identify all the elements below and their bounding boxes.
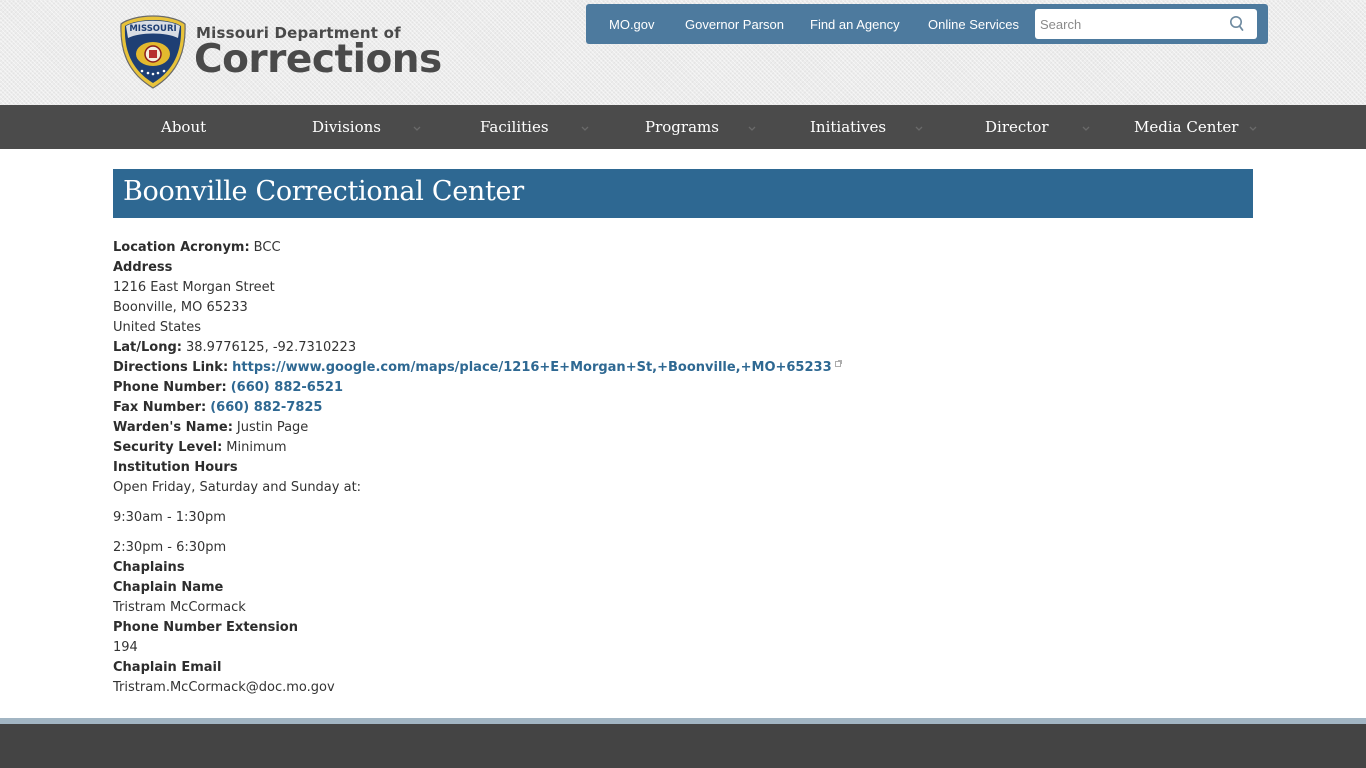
nav-item-media-center[interactable]: Media Center: [1134, 105, 1238, 149]
location-acronym-row: Location Acronym: BCC: [113, 238, 1253, 258]
directions-label: Directions Link:: [113, 360, 229, 375]
warden-value: Justin Page: [236, 420, 309, 435]
utility-nav: MO.gov Governor Parson Find an Agency On…: [586, 4, 1268, 44]
nav-item-programs[interactable]: Programs: [645, 105, 719, 149]
address-label: Address: [113, 260, 173, 275]
nav-item-divisions[interactable]: Divisions: [312, 105, 381, 149]
logo-line2: Corrections: [194, 37, 442, 82]
directions-link[interactable]: https://www.google.com/maps/place/1216+E…: [232, 360, 831, 375]
lat-long-value: 38.9776125, -92.7310223: [186, 340, 357, 355]
security-level-value: Minimum: [226, 440, 287, 455]
chevron-down-icon[interactable]: [1081, 123, 1091, 133]
fax-link[interactable]: (660) 882-7825: [210, 400, 322, 415]
warden-label: Warden's Name:: [113, 420, 233, 435]
chevron-down-icon[interactable]: [412, 123, 422, 133]
utility-link-governor[interactable]: Governor Parson: [685, 17, 784, 32]
chaplain-name-label: Chaplain Name: [113, 580, 224, 595]
chaplain-ext-value: 194: [113, 640, 138, 655]
search-input[interactable]: [1040, 16, 1220, 33]
page-title-bar: Boonville Correctional Center: [113, 169, 1253, 218]
phone-label: Phone Number:: [113, 380, 227, 395]
location-acronym-value: BCC: [253, 240, 281, 255]
utility-link-find-agency[interactable]: Find an Agency: [810, 17, 900, 32]
address-line1: 1216 East Morgan Street: [113, 280, 275, 295]
nav-item-facilities[interactable]: Facilities: [480, 105, 549, 149]
phone-row: Phone Number: (660) 882-6521: [113, 378, 1253, 398]
address-country: United States: [113, 320, 202, 335]
institution-hours-slot: 9:30am - 1:30pm: [113, 510, 226, 525]
site-header: MISSOURI Missouri Department of Correcti…: [0, 0, 1366, 105]
main-nav: About Divisions Facilities Programs Init…: [0, 105, 1366, 149]
security-level-label: Security Level:: [113, 440, 223, 455]
lat-long-row: Lat/Long: 38.9776125, -92.7310223: [113, 338, 1253, 358]
external-link-icon: [834, 360, 842, 367]
institution-hours-intro: Open Friday, Saturday and Sunday at:: [113, 480, 362, 495]
directions-row: Directions Link: https://www.google.com/m…: [113, 358, 1253, 378]
nav-item-director[interactable]: Director: [985, 105, 1049, 149]
chaplain-name-value: Tristram McCormack: [113, 600, 246, 615]
page-title: Boonville Correctional Center: [123, 176, 524, 207]
lat-long-label: Lat/Long:: [113, 340, 182, 355]
logo-text: Missouri Department of Corrections: [194, 24, 442, 80]
fax-label: Fax Number:: [113, 400, 207, 415]
chevron-down-icon[interactable]: [1248, 123, 1258, 133]
missouri-doc-badge-icon: MISSOURI: [120, 15, 186, 89]
svg-text:MISSOURI: MISSOURI: [129, 24, 176, 34]
fax-row: Fax Number: (660) 882-7825: [113, 398, 1253, 418]
search-box: [1035, 9, 1257, 39]
institution-hours-label: Institution Hours: [113, 460, 238, 475]
site-logo[interactable]: MISSOURI Missouri Department of Correcti…: [118, 14, 442, 90]
search-icon[interactable]: [1229, 15, 1245, 32]
utility-link-online-services[interactable]: Online Services: [928, 17, 1019, 32]
location-acronym-label: Location Acronym:: [113, 240, 250, 255]
address-line2: Boonville, MO 65233: [113, 300, 248, 315]
site-footer: [0, 724, 1366, 768]
chaplains-heading: Chaplains: [113, 560, 185, 575]
warden-row: Warden's Name: Justin Page: [113, 418, 1253, 438]
nav-item-initiatives[interactable]: Initiatives: [810, 105, 886, 149]
facility-details: Location Acronym: BCC Address 1216 East M…: [113, 238, 1253, 698]
chevron-down-icon[interactable]: [580, 123, 590, 133]
chaplain-email-value: Tristram.McCormack@doc.mo.gov: [113, 680, 335, 695]
security-level-row: Security Level: Minimum: [113, 438, 1253, 458]
nav-item-about[interactable]: About: [161, 105, 206, 149]
chaplain-email-label: Chaplain Email: [113, 660, 222, 675]
utility-link-mo-gov[interactable]: MO.gov: [609, 17, 655, 32]
chaplain-ext-label: Phone Number Extension: [113, 620, 298, 635]
chevron-down-icon[interactable]: [747, 123, 757, 133]
institution-hours-slot: 2:30pm - 6:30pm: [113, 540, 227, 555]
chevron-down-icon[interactable]: [914, 123, 924, 133]
phone-link[interactable]: (660) 882-6521: [231, 380, 343, 395]
